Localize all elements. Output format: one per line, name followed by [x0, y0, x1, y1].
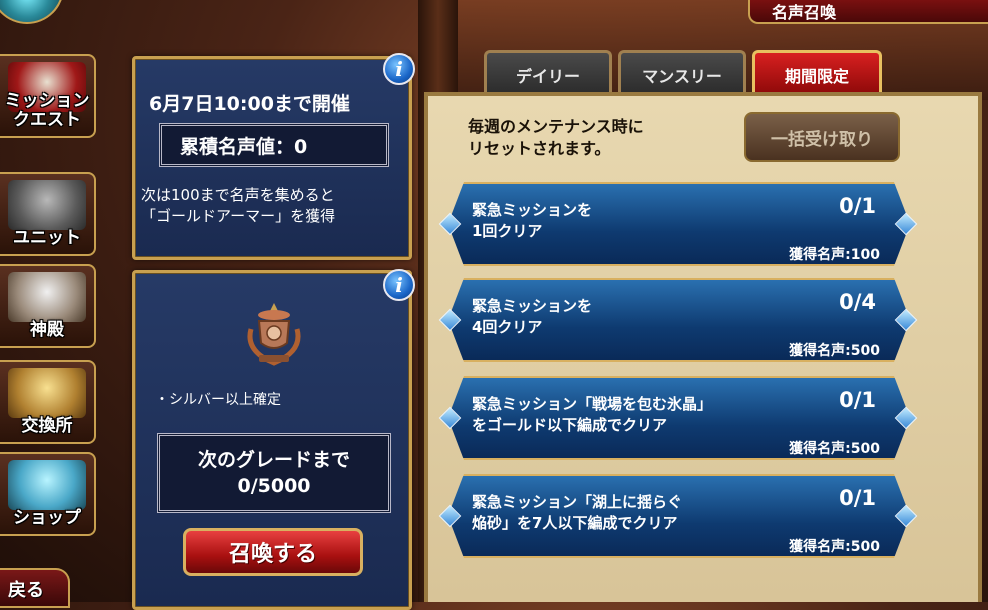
guarantee-text: ・シルバー以上確定 — [155, 392, 281, 408]
back-button[interactable]: 戻る — [0, 568, 70, 608]
next-grade-box: 次のグレードまで 0/5000 — [157, 433, 391, 513]
mission-progress: 0/1 — [839, 194, 876, 218]
sidebar-item-label: ショップ — [13, 508, 81, 528]
reset-note: 毎週のメンテナンス時に リセットされます。 — [468, 116, 644, 160]
next-grade-progress: 0/5000 — [237, 475, 311, 497]
screen-title-text: 名声召喚 — [772, 3, 837, 22]
mission-reward: 獲得名声:100 — [789, 247, 880, 263]
sidebar-item-mission-quest[interactable]: ミッション クエスト — [0, 54, 96, 138]
mission-reward: 獲得名声:500 — [789, 539, 880, 555]
next-grade-label: 次のグレードまで — [197, 449, 350, 471]
mission-title-line1: 緊急ミッション「戦場を包む氷晶」 — [472, 395, 713, 413]
sidebar-item-label: ユニット — [13, 228, 81, 248]
sidebar-item-unit[interactable]: ユニット — [0, 172, 96, 256]
mission-progress: 0/1 — [839, 388, 876, 412]
event-deadline: 6月7日10:00まで開催 — [149, 93, 350, 115]
reset-note-line1: 毎週のメンテナンス時に — [468, 117, 644, 136]
mission-row[interactable]: 緊急ミッションを 4回クリア 0/4 獲得名声:500 — [448, 278, 910, 362]
goddess-icon — [8, 272, 86, 322]
menu-orb-icon[interactable] — [0, 0, 64, 24]
sidebar-item-exchange[interactable]: 交換所 — [0, 360, 96, 444]
reset-note-line2: リセットされます。 — [468, 139, 611, 158]
mission-reward: 獲得名声:500 — [789, 441, 880, 457]
mission-progress: 0/4 — [839, 290, 876, 314]
mission-progress: 0/1 — [839, 486, 876, 510]
sidebar-item-label: ミッション クエスト — [5, 92, 90, 130]
mission-title-line1: 緊急ミッションを — [472, 297, 593, 315]
cumulative-fame-box: 累積名声値：0 — [159, 123, 389, 167]
tab-monthly[interactable]: マンスリー — [618, 50, 746, 96]
mission-title-line2: 焔砂」を7人以下編成でクリア — [472, 514, 678, 532]
mission-reward: 獲得名声:500 — [789, 343, 880, 359]
bronze-emblem-icon — [247, 303, 301, 366]
mission-row[interactable]: 緊急ミッションを 1回クリア 0/1 獲得名声:100 — [448, 182, 910, 266]
info-icon[interactable]: i — [383, 53, 415, 85]
next-reward-line2: 「ゴールドアーマー」を獲得 — [141, 207, 336, 225]
mission-title: 緊急ミッション「戦場を包む氷晶」 をゴールド以下編成でクリア — [472, 394, 712, 436]
summon-panel: i ・シルバー以上確定 次のグレードまで 0/5000 召喚する — [132, 269, 415, 610]
screen-title: 名声召喚 — [748, 0, 988, 24]
sidebar-item-temple[interactable]: 神殿 — [0, 264, 96, 348]
sidebar-item-label-line1: ミッション — [4, 91, 90, 111]
knight-helmet-icon — [8, 180, 86, 230]
mission-title: 緊急ミッションを 1回クリア — [472, 200, 592, 242]
tab-daily[interactable]: デイリー — [484, 50, 612, 96]
mission-title-line2: をゴールド以下編成でクリア — [472, 416, 668, 434]
sidebar: ミッション クエスト ユニット 神殿 交換所 ショップ 戻る — [0, 0, 100, 608]
sidebar-item-shop[interactable]: ショップ — [0, 452, 96, 536]
mission-title-line2: 1回クリア — [472, 222, 543, 240]
sidebar-item-label-line2: クエスト — [13, 110, 81, 130]
sidebar-item-label: 神殿 — [30, 320, 64, 340]
mission-title-line2: 4回クリア — [472, 318, 543, 336]
mission-title-line1: 緊急ミッション「湖上に揺らぐ — [472, 493, 683, 511]
cumulative-fame-value: 累積名声値：0 — [180, 135, 308, 158]
next-reward-line1: 次は100まで名声を集めると — [141, 186, 335, 204]
summon-button[interactable]: 召喚する — [183, 528, 363, 576]
missions-panel: 毎週のメンテナンス時に リセットされます。 一括受け取り 緊急ミッションを 1回… — [424, 92, 982, 602]
scales-icon — [8, 368, 86, 418]
claim-all-button[interactable]: 一括受け取り — [744, 112, 900, 162]
mission-title-line1: 緊急ミッションを — [472, 201, 593, 219]
mission-row[interactable]: 緊急ミッション「湖上に揺らぐ 焔砂」を7人以下編成でクリア 0/1 獲得名声:5… — [448, 474, 910, 558]
crystal-icon — [8, 460, 86, 510]
mission-row[interactable]: 緊急ミッション「戦場を包む氷晶」 をゴールド以下編成でクリア 0/1 獲得名声:… — [448, 376, 910, 460]
sidebar-item-label: 交換所 — [21, 416, 73, 436]
next-reward-description: 次は100まで名声を集めると 「ゴールドアーマー」を獲得 — [141, 185, 411, 227]
tab-limited-time[interactable]: 期間限定 — [752, 50, 882, 96]
fame-info-panel: i 6月7日10:00まで開催 累積名声値：0 次は100まで名声を集めると 「… — [132, 53, 415, 260]
mission-title: 緊急ミッションを 4回クリア — [472, 296, 592, 338]
info-icon[interactable]: i — [383, 269, 415, 301]
mission-title: 緊急ミッション「湖上に揺らぐ 焔砂」を7人以下編成でクリア — [472, 492, 682, 534]
